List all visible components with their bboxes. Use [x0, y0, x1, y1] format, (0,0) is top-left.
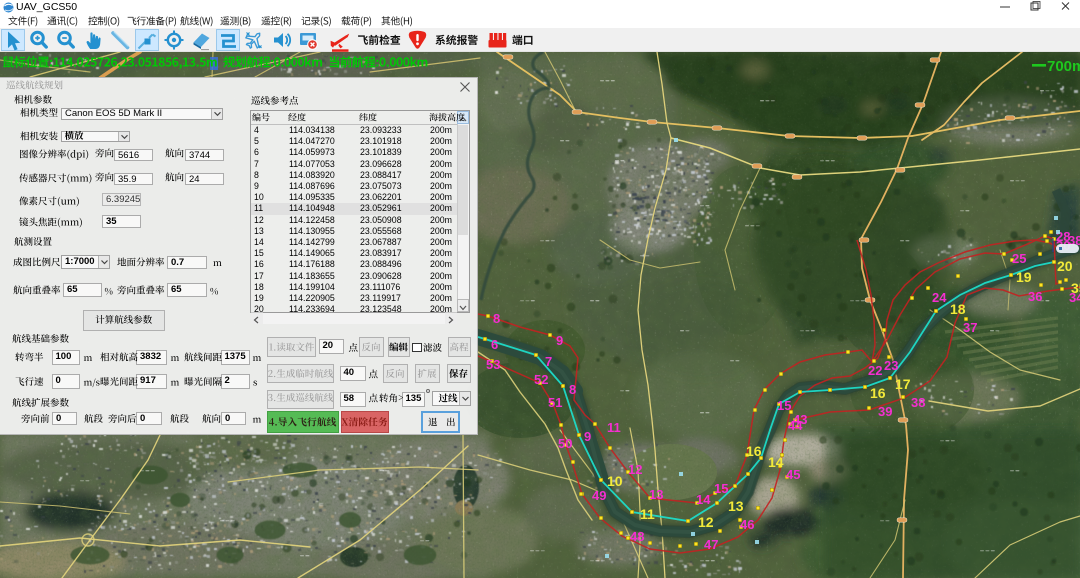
svg-text:8: 8	[569, 382, 576, 397]
svg-text:15: 15	[777, 398, 791, 413]
svg-text:9: 9	[584, 429, 591, 444]
svg-text:53: 53	[486, 357, 500, 372]
svg-text:19: 19	[1016, 269, 1032, 285]
svg-text:14: 14	[768, 454, 784, 470]
svg-text:8: 8	[493, 311, 500, 326]
svg-text:24: 24	[932, 290, 947, 305]
svg-text:39: 39	[878, 404, 892, 419]
svg-text:10: 10	[607, 473, 623, 489]
svg-text:17: 17	[895, 376, 911, 392]
svg-text:44: 44	[788, 418, 803, 433]
svg-text:37: 37	[963, 320, 977, 335]
svg-text:15: 15	[714, 481, 728, 496]
svg-text:47: 47	[704, 537, 718, 552]
svg-text:11: 11	[640, 506, 655, 522]
svg-text:35: 35	[1071, 280, 1080, 296]
svg-text:12: 12	[628, 462, 642, 477]
svg-text:7: 7	[545, 354, 552, 369]
svg-text:49: 49	[592, 488, 606, 503]
svg-text:23: 23	[884, 358, 898, 373]
svg-text:16: 16	[870, 385, 886, 401]
svg-text:48: 48	[630, 529, 644, 544]
svg-text:22: 22	[868, 363, 882, 378]
svg-text:700m: 700m	[1047, 58, 1080, 75]
svg-text:46: 46	[740, 517, 754, 532]
svg-text:11: 11	[607, 420, 621, 435]
svg-text:13: 13	[649, 487, 663, 502]
svg-text:18: 18	[950, 301, 966, 317]
svg-text:45: 45	[786, 467, 800, 482]
svg-text:9: 9	[556, 333, 563, 348]
svg-text:12: 12	[698, 514, 714, 530]
svg-text:50: 50	[558, 436, 572, 451]
svg-text:14: 14	[696, 492, 711, 507]
svg-text:38: 38	[911, 395, 925, 410]
svg-text:52: 52	[534, 372, 548, 387]
svg-text:36: 36	[1028, 289, 1042, 304]
svg-text:20: 20	[1057, 258, 1073, 274]
svg-text:16: 16	[746, 443, 762, 459]
svg-text:25: 25	[1012, 251, 1026, 266]
svg-text:51: 51	[548, 395, 562, 410]
svg-text:6: 6	[491, 337, 498, 352]
svg-text:13: 13	[728, 498, 744, 514]
